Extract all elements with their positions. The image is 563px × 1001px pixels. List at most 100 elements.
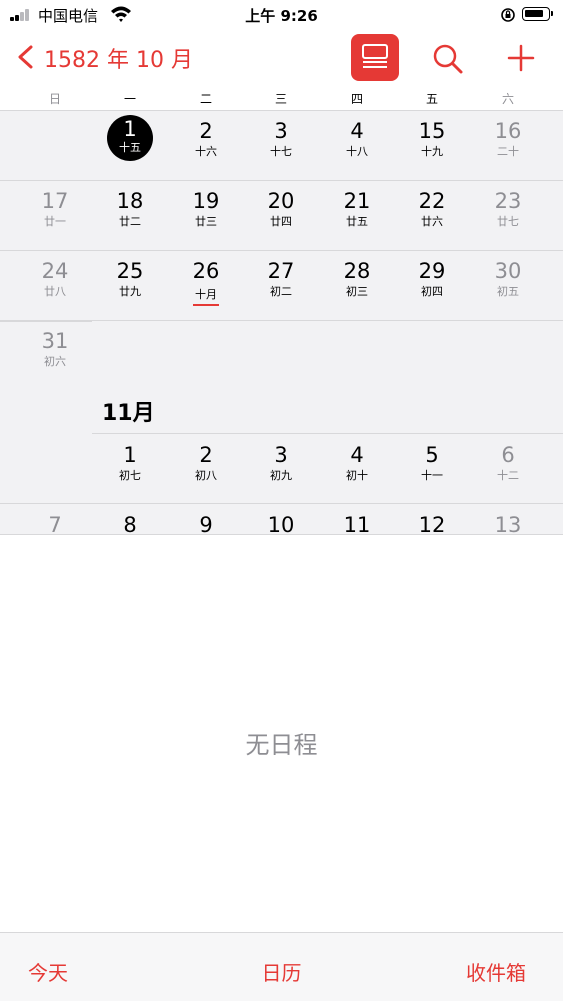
- day-number: 2: [199, 443, 213, 467]
- day-cell[interactable]: 21 廿五: [319, 181, 395, 251]
- month-grid: 11月 1 十五 2 十六 3 十七 4 十八 15 十九 16 二十 17 廿一 18 廿二 19 廿三 20 廿四…: [0, 111, 563, 534]
- lunar-date: 廿八: [44, 285, 66, 298]
- month-title[interactable]: 1582 年 10 月: [44, 42, 193, 74]
- day-cell[interactable]: 5 十一: [394, 435, 470, 505]
- day-number: 18: [116, 189, 144, 213]
- day-cell[interactable]: 15 十九: [394, 111, 470, 181]
- lunar-date: 廿六: [421, 215, 443, 228]
- day-cell[interactable]: 16 二十: [470, 111, 546, 181]
- day-cell[interactable]: 3 十七: [243, 111, 319, 181]
- day-cell[interactable]: 25 廿九: [92, 251, 168, 321]
- day-number: 30: [494, 259, 522, 283]
- day-number: 27: [267, 259, 295, 283]
- day-cell[interactable]: 10: [243, 505, 319, 534]
- lunar-date: 十二: [497, 469, 519, 482]
- day-cell[interactable]: 2 初八: [168, 435, 244, 505]
- day-number: 19: [192, 189, 220, 213]
- day-cell[interactable]: 22 廿六: [394, 181, 470, 251]
- day-number: 28: [343, 259, 371, 283]
- month-divider: [92, 433, 563, 434]
- lunar-date: 初十: [346, 469, 368, 482]
- day-number: 9: [199, 513, 213, 534]
- plus-icon[interactable]: [506, 43, 536, 73]
- lunar-date: 廿四: [270, 215, 292, 228]
- day-cell[interactable]: 26 十月: [168, 251, 244, 321]
- day-number: 13: [494, 513, 522, 534]
- day-number: 7: [48, 513, 62, 534]
- day-cell[interactable]: 24 廿八: [17, 251, 93, 321]
- day-cell[interactable]: 23 廿七: [470, 181, 546, 251]
- day-cell[interactable]: 4 十八: [319, 111, 395, 181]
- day-cell[interactable]: 2 十六: [168, 111, 244, 181]
- day-number: 25: [116, 259, 144, 283]
- day-number: 5: [425, 443, 439, 467]
- day-number: 21: [343, 189, 371, 213]
- day-number: 11: [343, 513, 371, 534]
- list-view-button[interactable]: [351, 34, 399, 81]
- day-cell[interactable]: 1 十五: [92, 111, 168, 181]
- day-number: 26: [192, 259, 220, 283]
- day-cell[interactable]: 11: [319, 505, 395, 534]
- day-cell[interactable]: 19 廿三: [168, 181, 244, 251]
- week-divider: [0, 250, 563, 251]
- tab-bar: 今天 日历 收件箱: [0, 932, 563, 1001]
- day-number: 1: [123, 443, 137, 467]
- day-cell[interactable]: 31 初六: [17, 321, 93, 391]
- day-cell[interactable]: 12: [394, 505, 470, 534]
- lunar-date: 十八: [346, 145, 368, 158]
- day-number: 4: [350, 119, 364, 143]
- lunar-date: 初二: [270, 285, 292, 298]
- clock: 上午 9:26: [245, 7, 318, 25]
- week-divider: [0, 503, 563, 504]
- lunar-date: 十九: [421, 145, 443, 158]
- lunar-date: 初七: [119, 469, 141, 482]
- rotation-lock-icon: [501, 8, 515, 22]
- day-number: 23: [494, 189, 522, 213]
- day-cell[interactable]: 13: [470, 505, 546, 534]
- day-cell[interactable]: 20 廿四: [243, 181, 319, 251]
- weekday-mon: 一: [123, 92, 136, 106]
- day-cell[interactable]: 8: [92, 505, 168, 534]
- month-label-november: 11月: [102, 401, 155, 426]
- day-number: 4: [350, 443, 364, 467]
- day-cell[interactable]: 6 十二: [470, 435, 546, 505]
- day-number: 22: [418, 189, 446, 213]
- weekday-sun: 日: [48, 92, 61, 106]
- weekday-fri: 五: [425, 92, 438, 106]
- day-cell[interactable]: 17 廿一: [17, 181, 93, 251]
- day-number: 12: [418, 513, 446, 534]
- day-number: 1: [123, 117, 137, 141]
- day-number: 29: [418, 259, 446, 283]
- day-cell[interactable]: 7: [17, 505, 93, 534]
- lunar-date: 初三: [346, 285, 368, 298]
- chevron-left-icon[interactable]: [14, 44, 38, 70]
- day-cell[interactable]: 3 初九: [243, 435, 319, 505]
- day-number: 17: [41, 189, 69, 213]
- inbox-button[interactable]: 收件箱: [466, 957, 526, 986]
- day-number: 15: [418, 119, 446, 143]
- lunar-date: 十六: [195, 145, 217, 158]
- battery-icon: [522, 7, 553, 21]
- day-number: 3: [274, 119, 288, 143]
- day-cell[interactable]: 9: [168, 505, 244, 534]
- lunar-date: 初六: [44, 355, 66, 368]
- weekday-header: 日 一 二 三 四 五 六: [0, 86, 563, 111]
- day-cell[interactable]: 28 初三: [319, 251, 395, 321]
- day-number: 3: [274, 443, 288, 467]
- day-number: 24: [41, 259, 69, 283]
- day-cell[interactable]: 29 初四: [394, 251, 470, 321]
- day-number: 10: [267, 513, 295, 534]
- navigation-bar: 1582 年 10 月: [0, 30, 563, 86]
- day-cell[interactable]: 18 廿二: [92, 181, 168, 251]
- day-cell[interactable]: 30 初五: [470, 251, 546, 321]
- weekday-wed: 三: [274, 92, 287, 106]
- no-events-label: 无日程: [245, 731, 318, 759]
- day-number: 31: [41, 329, 69, 353]
- day-cell[interactable]: 1 初七: [92, 435, 168, 505]
- lunar-date: 廿三: [195, 215, 217, 228]
- lunar-date: 十七: [270, 145, 292, 158]
- lunar-date: 廿七: [497, 215, 519, 228]
- day-cell[interactable]: 4 初十: [319, 435, 395, 505]
- day-cell[interactable]: 27 初二: [243, 251, 319, 321]
- search-icon[interactable]: [432, 43, 464, 75]
